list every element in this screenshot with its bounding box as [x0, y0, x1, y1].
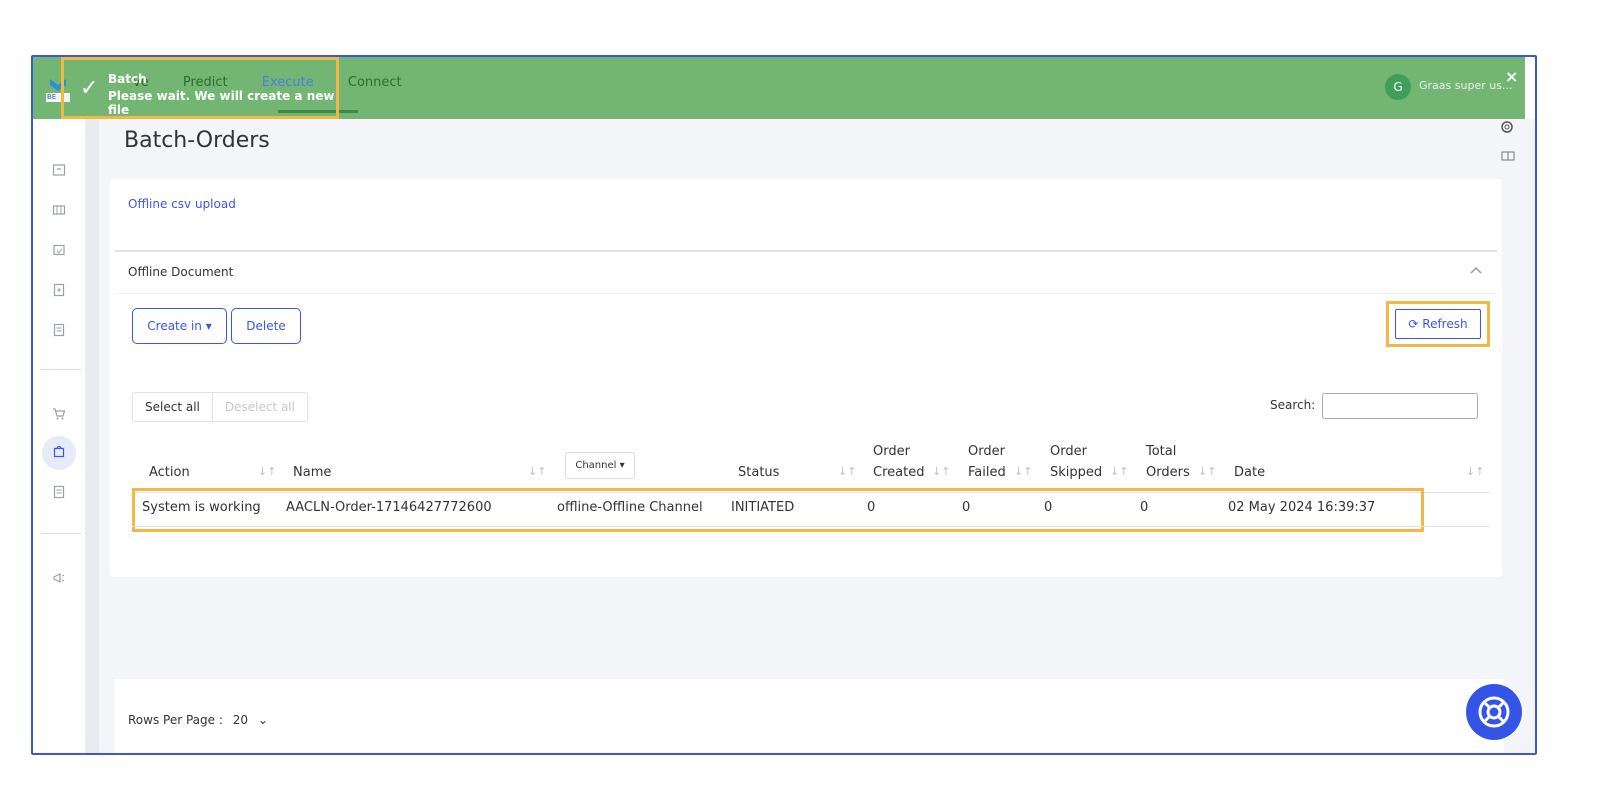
search-input[interactable] — [1322, 393, 1478, 419]
book-icon[interactable] — [1501, 150, 1515, 165]
cart-icon[interactable] — [50, 407, 68, 425]
chevron-down-icon[interactable]: ⌄ — [258, 713, 268, 727]
document-icon[interactable] — [50, 323, 68, 341]
header-line: Order — [873, 444, 910, 459]
header-line: Order — [968, 444, 1005, 459]
toast-highlight: ✓ Batch Please wait. We will create a ne… — [61, 57, 339, 119]
header-line: Total — [1146, 444, 1177, 459]
col-header-order-skipped[interactable]: Order Skipped — [1050, 441, 1102, 483]
sort-icon[interactable]: ↓↑ — [1014, 465, 1032, 478]
support-fab-button[interactable] — [1466, 684, 1522, 740]
sidebar-divider — [41, 369, 81, 370]
delete-button[interactable]: Delete — [231, 308, 301, 344]
sort-icon[interactable]: ↓↑ — [258, 465, 276, 478]
refresh-button[interactable]: ⟳ Refresh — [1395, 309, 1481, 339]
check-icon: ✓ — [80, 76, 99, 101]
header-line: Orders — [1146, 465, 1190, 480]
sort-icon[interactable]: ↓↑ — [1466, 465, 1484, 478]
avatar[interactable]: G — [1385, 74, 1411, 100]
list-icon[interactable] — [50, 485, 68, 503]
toast-message: Please wait. We will create a new file — [108, 89, 335, 117]
col-header-action[interactable]: Action — [149, 462, 190, 483]
header-line: Order — [1050, 444, 1087, 459]
tab-offline-csv-upload[interactable]: Offline csv upload — [128, 197, 236, 211]
user-name[interactable]: Graas super us... — [1419, 79, 1512, 92]
app-frame: BE ve Predict Execute Connect G Graas su… — [31, 55, 1537, 755]
select-all-button[interactable]: Select all — [133, 393, 213, 421]
calendar-check-icon[interactable] — [50, 243, 68, 261]
sort-icon[interactable]: ↓↑ — [838, 465, 856, 478]
right-tools — [1501, 121, 1515, 165]
file-plus-icon[interactable] — [50, 283, 68, 301]
search-label: Search: — [1270, 398, 1316, 412]
col-header-order-created[interactable]: Order Created — [873, 441, 924, 483]
chevron-up-icon[interactable] — [1470, 263, 1482, 277]
sort-icon[interactable]: ↓↑ — [528, 465, 546, 478]
rows-per-page-label: Rows Per Page : — [128, 713, 223, 727]
page-title: Batch-Orders — [124, 128, 270, 153]
col-header-order-failed[interactable]: Order Failed — [968, 441, 1006, 483]
batch-orders-card: Offline csv upload Offline Document Crea… — [110, 179, 1502, 577]
section-title[interactable]: Offline Document — [128, 265, 233, 279]
logo-text: BE — [47, 93, 57, 101]
channel-filter-dropdown[interactable]: Channel ▾ — [565, 452, 635, 479]
sort-icon[interactable]: ↓↑ — [932, 465, 950, 478]
rows-per-page: Rows Per Page : 20 ⌄ — [128, 713, 268, 727]
col-header-date[interactable]: Date — [1234, 462, 1265, 483]
lifebuoy-icon — [1478, 696, 1510, 728]
table-row-divider — [132, 526, 1490, 527]
archive-icon[interactable] — [50, 163, 68, 181]
map-icon[interactable] — [50, 203, 68, 221]
header-line: Created — [873, 465, 925, 480]
toast-banner: BE ve Predict Execute Connect G Graas su… — [33, 57, 1525, 119]
help-icon[interactable] — [1501, 121, 1515, 136]
shopping-bag-icon[interactable] — [50, 444, 68, 462]
create-in-button[interactable]: Create in ▾ — [132, 308, 227, 344]
section-divider — [115, 293, 1497, 294]
sort-icon[interactable]: ↓↑ — [1110, 465, 1128, 478]
sidebar-divider — [41, 533, 81, 534]
sort-icon[interactable]: ↓↑ — [1198, 465, 1216, 478]
deselect-all-button[interactable]: Deselect all — [213, 393, 307, 421]
card-divider — [115, 250, 1497, 252]
toast-title: Batch — [108, 72, 147, 86]
top-nav-bar: BE ve Predict Execute Connect G Graas su… — [33, 57, 1535, 119]
close-icon[interactable]: × — [1505, 67, 1518, 86]
sidebar — [33, 119, 86, 753]
col-header-status[interactable]: Status — [738, 462, 779, 483]
header-line: Failed — [968, 465, 1006, 480]
header-line: Skipped — [1050, 465, 1103, 480]
content-gutter — [85, 119, 99, 753]
rows-per-page-select[interactable]: 20 — [233, 713, 248, 727]
col-header-total-orders[interactable]: Total Orders — [1146, 441, 1190, 483]
megaphone-icon[interactable] — [50, 571, 68, 589]
selection-buttons: Select all Deselect all — [132, 392, 308, 422]
pagination-bar: Rows Per Page : 20 ⌄ — [114, 679, 1504, 753]
nav-item-connect[interactable]: Connect — [348, 75, 402, 90]
col-header-name[interactable]: Name — [293, 462, 331, 483]
